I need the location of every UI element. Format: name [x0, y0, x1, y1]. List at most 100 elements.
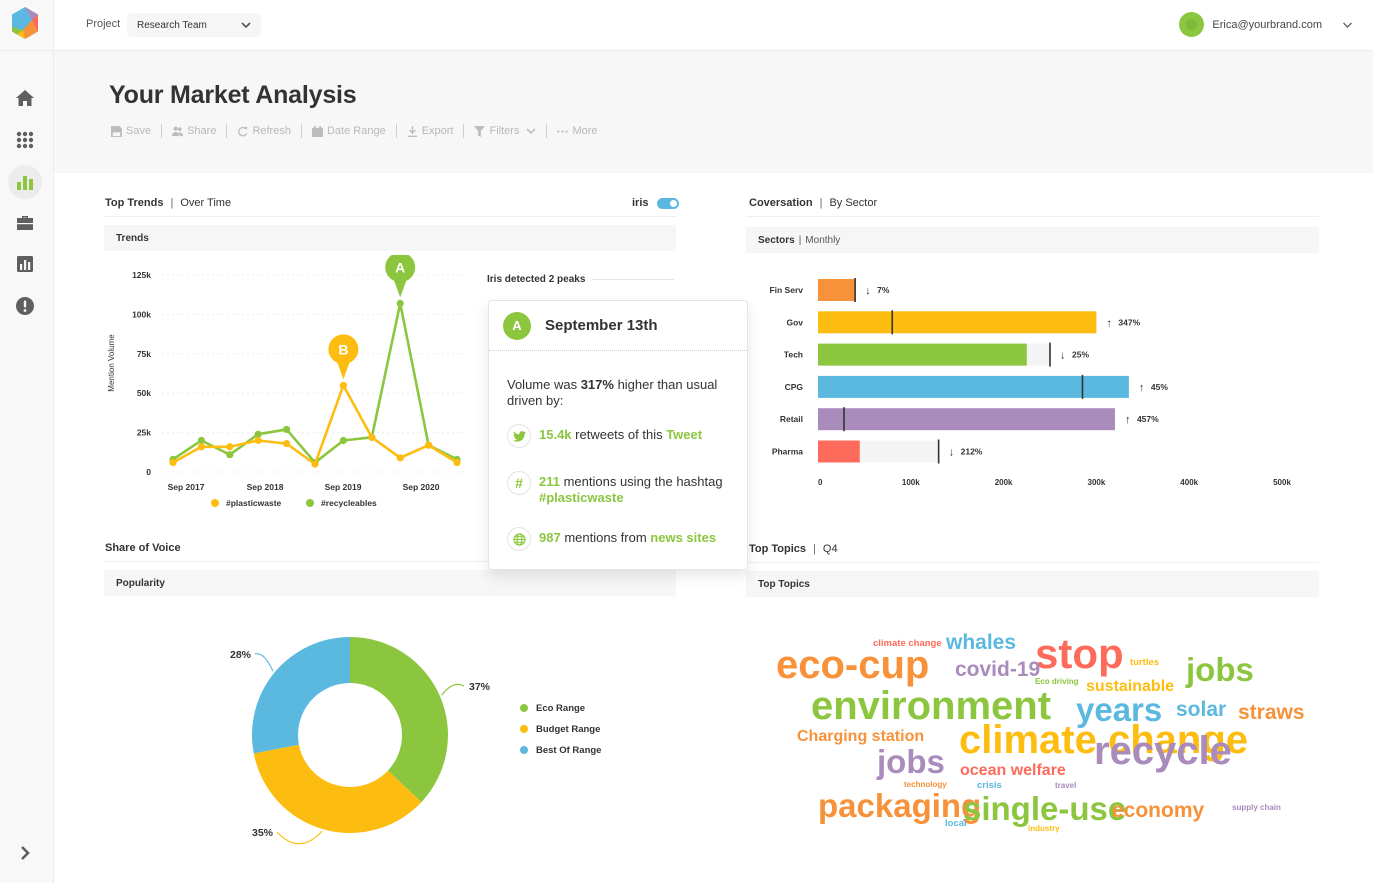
trends-subhead-label: Trends: [116, 232, 149, 244]
topic-word[interactable]: ocean welfare: [960, 763, 1066, 779]
peak-driver-item: # 211 mentions using the hashtag #plasti…: [507, 471, 729, 506]
data-point: [453, 458, 461, 467]
data-point: [254, 436, 262, 445]
category-label: Tech: [784, 350, 803, 360]
iris-toggle-group: iris: [632, 197, 679, 209]
driver-text: mentions using the hashtag: [559, 474, 723, 489]
topics-subtitle: Q4: [822, 543, 838, 555]
page-header: Your Market Analysis Save Share Refresh …: [54, 51, 1373, 173]
topic-word[interactable]: covid-19: [955, 659, 1040, 680]
trends-subhead: Trends: [104, 225, 676, 251]
chevron-down-icon: [1343, 22, 1352, 28]
toolbar-divider: [463, 124, 465, 138]
legend-label: #recycleables: [321, 498, 377, 508]
user-menu[interactable]: Erica@yourbrand.com: [1179, 12, 1353, 37]
topic-word[interactable]: single-use: [963, 792, 1126, 825]
share-panel-title: Share of Voice: [105, 542, 181, 554]
toolbar-divider: [546, 124, 548, 138]
topic-word[interactable]: economy: [1112, 800, 1204, 821]
share-subhead-label: Popularity: [116, 577, 165, 589]
hashtag-link[interactable]: #plasticwaste: [539, 490, 624, 505]
sidebar-item-reports[interactable]: [8, 247, 42, 281]
y-tick-label: 0: [146, 467, 151, 477]
twitter-icon: [507, 424, 531, 448]
peak-badge: A: [503, 311, 531, 340]
share-button[interactable]: Share: [172, 125, 216, 137]
topic-word[interactable]: jobs: [877, 745, 945, 778]
date-range-label: Date Range: [326, 125, 386, 137]
topic-word[interactable]: supply chain: [1232, 804, 1281, 812]
sidebar-item-portfolio[interactable]: [8, 206, 42, 240]
filter-icon: [474, 125, 486, 137]
value-bar: [818, 343, 1027, 366]
y-tick-label: 50k: [137, 388, 151, 398]
more-icon: [557, 129, 569, 133]
project-label: Project: [86, 18, 121, 30]
panel-divider: [746, 216, 1319, 217]
peak-driver-item: 15.4k retweets of this Tweet: [507, 424, 729, 448]
share-label: Share: [187, 125, 217, 137]
news-sites-link[interactable]: news sites: [650, 530, 716, 545]
category-label: CPG: [785, 382, 804, 392]
arrow-down-icon: ↓: [1060, 350, 1066, 362]
topic-word[interactable]: travel: [1055, 782, 1076, 790]
export-button[interactable]: Export: [407, 125, 453, 137]
donut-slice: [252, 637, 350, 754]
topic-word[interactable]: turtles: [1130, 658, 1159, 668]
topic-word[interactable]: eco-cup: [776, 645, 929, 685]
topics-subhead-label: Top Topics: [758, 578, 810, 590]
panel-divider: [104, 216, 676, 217]
topic-word[interactable]: recycle: [1094, 731, 1232, 771]
tweet-link[interactable]: Tweet: [666, 427, 702, 442]
project-select[interactable]: Research Team: [127, 13, 261, 37]
save-button[interactable]: Save: [111, 125, 151, 137]
data-point: [339, 381, 347, 389]
x-tick-label: 0: [818, 478, 823, 487]
sidebar-item-apps[interactable]: [8, 123, 42, 157]
topic-word[interactable]: local: [945, 819, 967, 829]
peak-marker: B: [328, 334, 359, 380]
retweet-count: 15.4k: [539, 427, 572, 442]
topic-word[interactable]: stop: [1035, 633, 1124, 675]
data-point: [425, 441, 433, 449]
briefcase-icon: [17, 216, 33, 230]
date-range-button[interactable]: Date Range: [311, 125, 386, 137]
home-icon: [16, 90, 34, 106]
grid-icon: [16, 131, 34, 149]
iris-toggle[interactable]: [656, 197, 679, 209]
data-point: [396, 299, 404, 307]
legend-dot: [520, 725, 528, 733]
x-tick-label: 400k: [1180, 478, 1198, 487]
value-bar: [818, 408, 1115, 431]
value-bar: [818, 440, 860, 463]
label-leader-line: [254, 653, 274, 672]
legend-dot: [520, 704, 528, 712]
data-point: [226, 451, 234, 459]
data-point: [197, 436, 205, 445]
refresh-button[interactable]: Refresh: [237, 125, 291, 137]
driver-text: retweets of this: [571, 427, 667, 442]
topic-word[interactable]: industry: [1028, 825, 1060, 833]
x-tick-label: Sep 2020: [403, 482, 440, 492]
brand-logo[interactable]: [10, 6, 40, 40]
refresh-icon: [238, 126, 248, 136]
filters-button[interactable]: Filters: [474, 125, 537, 137]
data-point: [311, 460, 319, 468]
x-tick-label: 300k: [1088, 478, 1106, 487]
trends-panel-title: Top Trends | Over Time: [105, 197, 231, 209]
arrow-down-icon: ↓: [949, 447, 955, 459]
peak-date: September 13th: [545, 317, 658, 334]
sidebar-item-analytics[interactable]: [8, 165, 42, 199]
sidebar-item-alerts[interactable]: [8, 289, 42, 323]
sidebar-item-home[interactable]: [8, 81, 42, 115]
topics-subhead: Top Topics: [746, 571, 1319, 597]
sectors-subtitle: By Sector: [829, 197, 878, 209]
topic-word[interactable]: whales: [946, 632, 1016, 653]
sidebar-expand-button[interactable]: [8, 836, 42, 870]
more-button[interactable]: More: [557, 125, 598, 137]
x-tick-label: Sep 2018: [247, 482, 284, 492]
legend-label: Eco Range: [536, 703, 585, 714]
peak-card-header: A September 13th: [489, 301, 747, 351]
topic-word[interactable]: jobs: [1186, 653, 1254, 686]
topic-word[interactable]: solar: [1176, 699, 1226, 720]
